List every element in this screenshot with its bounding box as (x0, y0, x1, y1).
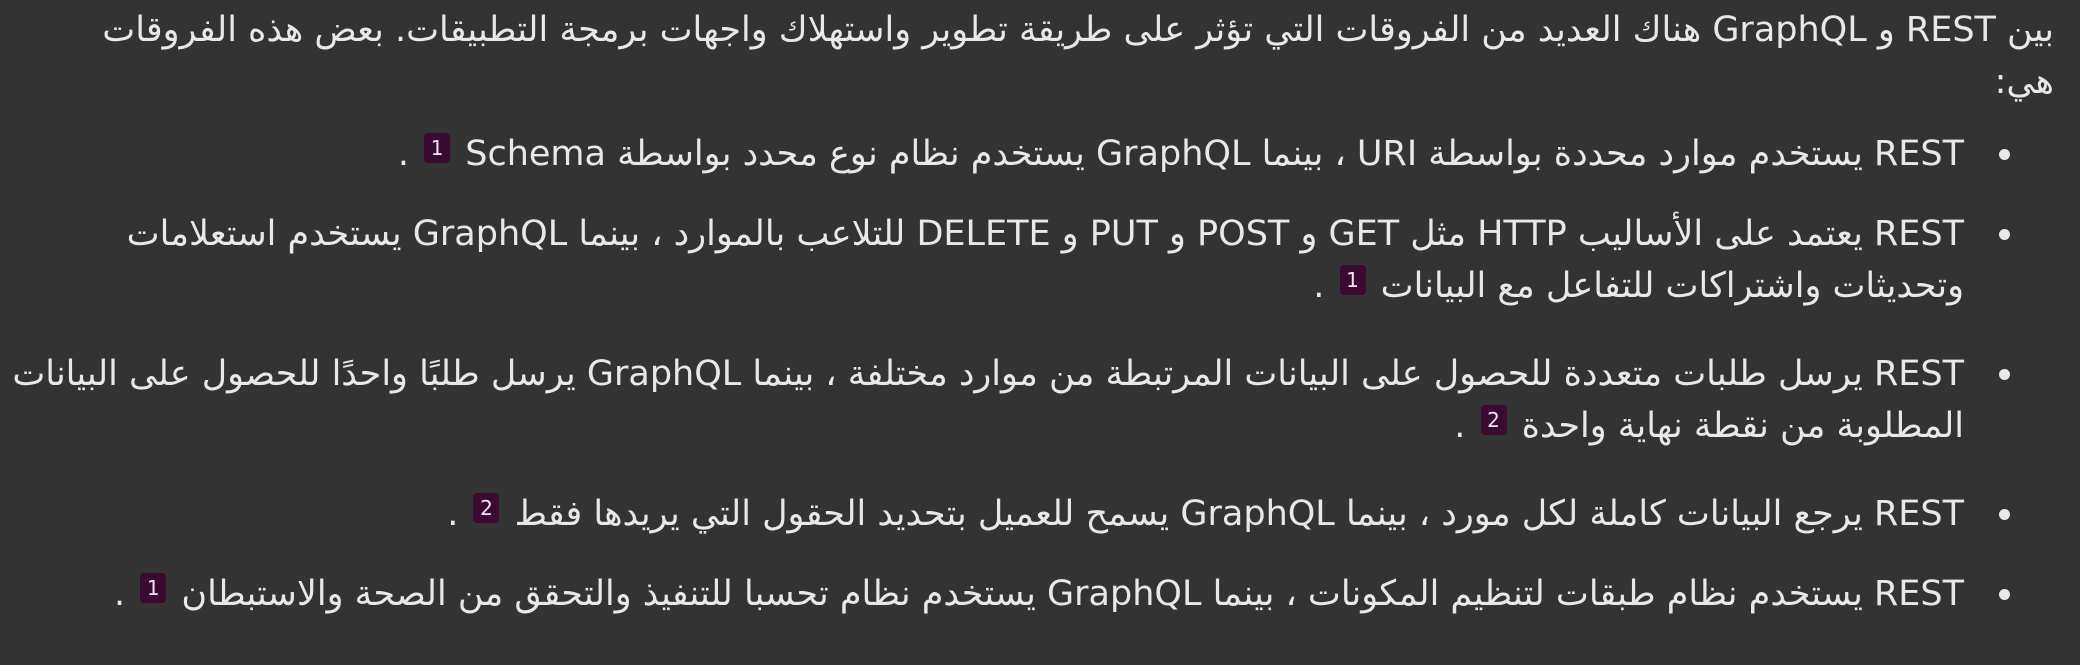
bullet-icon (1999, 229, 2010, 240)
list-item-text: REST يستخدم موارد محددة بواسطة URI ، بين… (465, 134, 1964, 174)
citation-badge[interactable]: 2 (473, 493, 500, 523)
list-item: REST يستخدم موارد محددة بواسطة URI ، بين… (8, 128, 2054, 180)
citation-badge[interactable]: 2 (1480, 405, 1507, 435)
list-item: REST يعتمد على الأساليب HTTP مثل GET و P… (8, 208, 2054, 312)
bullet-icon (1999, 149, 2010, 160)
differences-list: REST يستخدم موارد محددة بواسطة URI ، بين… (8, 128, 2054, 620)
list-item: REST يرجع البيانات كاملة لكل مورد ، بينم… (8, 488, 2054, 540)
list-item-end: . (1313, 266, 1325, 306)
list-item-text: REST يستخدم نظام طبقات لتنظيم المكونات ،… (181, 574, 1964, 614)
intro-paragraph: بين REST و GraphQL هناك العديد من الفروق… (102, 10, 2054, 102)
list-item-text: REST يرجع البيانات كاملة لكل مورد ، بينم… (514, 494, 1964, 534)
citation-badge[interactable]: 1 (424, 133, 451, 163)
list-item-text: REST يرسل طلبات متعددة للحصول على البيان… (12, 354, 1964, 446)
chat-message-body: بين REST و GraphQL هناك العديد من الفروق… (0, 0, 2080, 665)
list-item-end: . (447, 494, 459, 534)
bullet-icon (1999, 509, 2010, 520)
list-item-end: . (113, 574, 126, 614)
list-item-end: . (397, 134, 409, 174)
list-item: REST يستخدم نظام طبقات لتنظيم المكونات ،… (8, 568, 2054, 620)
bullet-icon (1999, 369, 2010, 380)
list-item-end: . (1454, 406, 1466, 446)
citation-badge[interactable]: 1 (1339, 265, 1366, 295)
list-item-text: REST يعتمد على الأساليب HTTP مثل GET و P… (126, 214, 1964, 306)
citation-badge[interactable]: 1 (140, 573, 167, 603)
bullet-icon (1999, 589, 2010, 600)
list-item: REST يرسل طلبات متعددة للحصول على البيان… (8, 348, 2054, 452)
